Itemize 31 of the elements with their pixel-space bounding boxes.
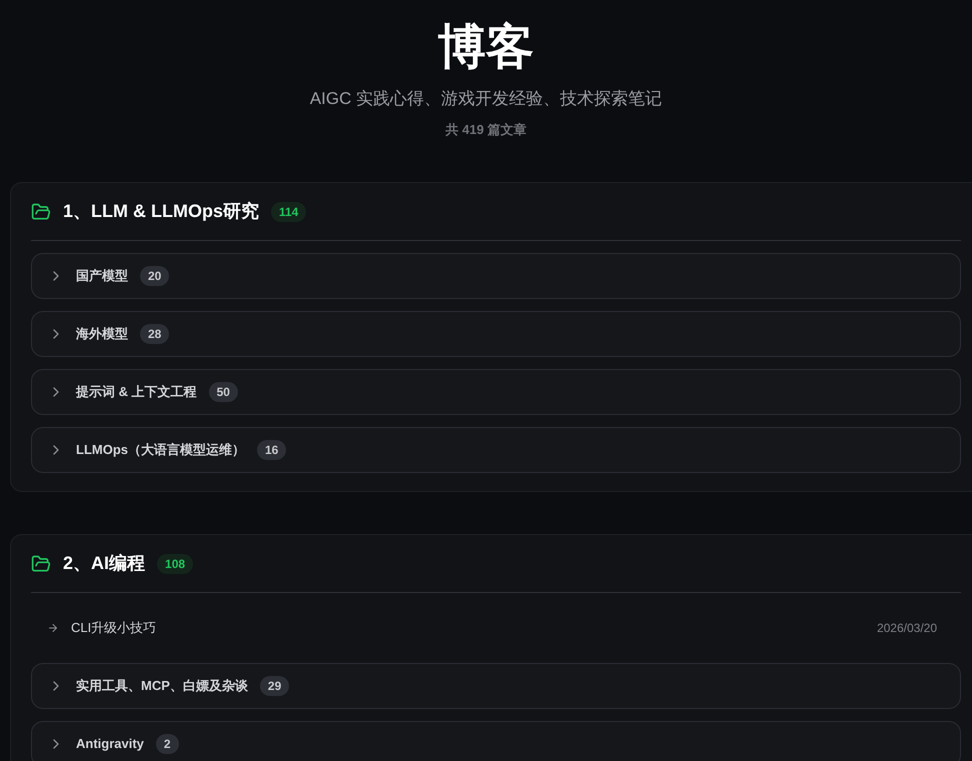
section-title: 1、LLM & LLMOps研究 xyxy=(63,200,259,223)
category-label: 海外模型 xyxy=(76,325,128,344)
arrow-icon xyxy=(47,622,59,634)
category-label: 国产模型 xyxy=(76,267,128,286)
post-date: 2026/03/20 xyxy=(876,620,938,637)
category-row[interactable]: 国产模型 20 xyxy=(31,253,961,299)
post-title: CLI升级小技巧 xyxy=(71,619,156,638)
count-badge: 28 xyxy=(140,324,170,344)
count-badge: 108 xyxy=(157,554,194,574)
category-label: Antigravity xyxy=(76,735,144,754)
category-row[interactable]: 海外模型 28 xyxy=(31,311,961,357)
count-badge: 114 xyxy=(271,202,306,222)
article-count: 共 419 篇文章 xyxy=(446,120,526,138)
category-label: LLMOps（大语言模型运维） xyxy=(76,441,245,460)
count-badge: 20 xyxy=(140,266,170,286)
post-row[interactable]: CLI升级小技巧 2026/03/20 xyxy=(31,605,961,651)
count-badge: 29 xyxy=(260,676,290,696)
page-subtitle: AIGC 实践心得、游戏开发经验、技术探索笔记 xyxy=(310,88,662,110)
category-row[interactable]: 提示词 & 上下文工程 50 xyxy=(31,369,961,415)
category-row[interactable]: 实用工具、MCP、白嫖及杂谈 29 xyxy=(31,663,961,709)
section-title: 2、AI编程 xyxy=(63,552,146,575)
category-row[interactable]: Antigravity 2 xyxy=(31,721,961,761)
count-badge: 50 xyxy=(208,382,238,402)
count-badge: 16 xyxy=(257,440,286,460)
page-title: 博客 xyxy=(438,20,534,76)
count-badge: 2 xyxy=(156,734,179,754)
category-label: 提示词 & 上下文工程 xyxy=(76,383,197,402)
category-label: 实用工具、MCP、白嫖及杂谈 xyxy=(76,677,248,696)
folder-icon xyxy=(31,554,51,574)
category-row[interactable]: LLMOps（大语言模型运维） 16 xyxy=(31,427,961,473)
folder-icon xyxy=(31,202,51,222)
